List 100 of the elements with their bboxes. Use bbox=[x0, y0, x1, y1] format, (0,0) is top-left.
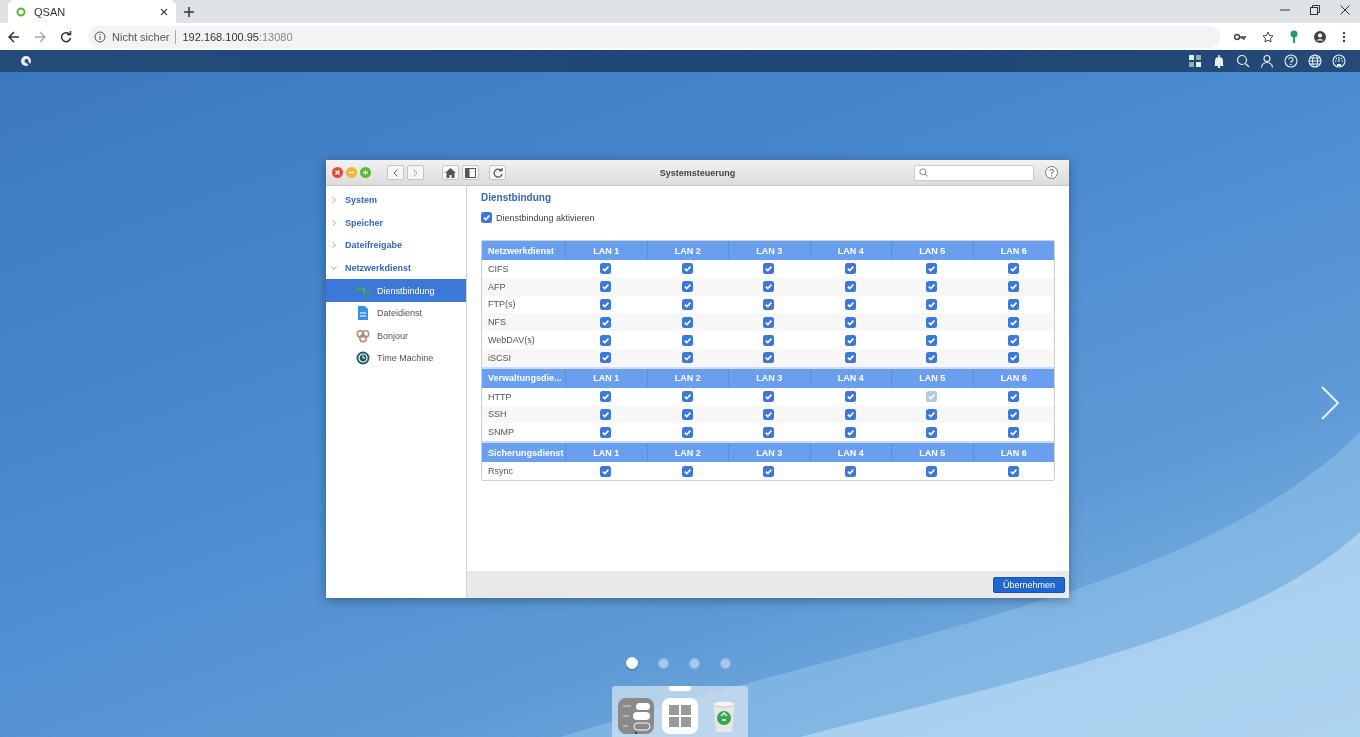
user-icon[interactable] bbox=[1260, 54, 1274, 68]
sidebar-item[interactable]: Speicher bbox=[326, 211, 466, 235]
control-panel-icon[interactable] bbox=[618, 698, 654, 734]
address-bar[interactable]: Nicht sicher 192.168.100.95:13080 bbox=[88, 25, 1220, 48]
checkbox[interactable] bbox=[681, 299, 693, 310]
checkbox[interactable] bbox=[844, 281, 856, 293]
help-icon[interactable] bbox=[1045, 166, 1058, 179]
sidebar-item[interactable]: Netzwerkdienst bbox=[326, 256, 466, 280]
checkbox[interactable] bbox=[681, 263, 693, 275]
checkbox[interactable] bbox=[681, 334, 693, 346]
apps-icon[interactable] bbox=[1188, 54, 1202, 68]
checkbox[interactable] bbox=[926, 465, 938, 477]
checkbox[interactable] bbox=[763, 426, 775, 438]
checkbox[interactable] bbox=[1007, 334, 1019, 346]
checkbox[interactable] bbox=[1007, 408, 1019, 420]
key-icon[interactable] bbox=[1234, 32, 1246, 41]
checkbox[interactable] bbox=[1007, 465, 1019, 477]
checkbox[interactable] bbox=[926, 334, 938, 346]
checkbox[interactable] bbox=[600, 465, 612, 477]
checkbox[interactable] bbox=[1007, 263, 1019, 275]
forward-icon[interactable] bbox=[34, 30, 46, 43]
checkbox[interactable] bbox=[600, 426, 612, 438]
checkbox[interactable] bbox=[600, 263, 612, 275]
search-field[interactable] bbox=[914, 164, 1034, 181]
checkbox[interactable] bbox=[1007, 316, 1019, 328]
apps-grid-icon[interactable] bbox=[662, 698, 698, 734]
checkbox[interactable] bbox=[763, 334, 775, 346]
checkbox[interactable] bbox=[600, 299, 612, 310]
sidebar-item[interactable]: Dienstbindung bbox=[326, 279, 466, 302]
checkbox[interactable] bbox=[844, 391, 856, 403]
sidebar-item[interactable]: Time Machine bbox=[326, 347, 466, 370]
page-dot[interactable] bbox=[658, 657, 669, 669]
bell-icon[interactable] bbox=[1212, 54, 1226, 68]
sidebar-item[interactable]: Dateifreigabe bbox=[326, 234, 466, 257]
checkbox[interactable] bbox=[763, 465, 775, 477]
checkbox[interactable] bbox=[926, 263, 938, 275]
checkbox[interactable] bbox=[681, 316, 693, 328]
checkbox[interactable] bbox=[1007, 426, 1019, 438]
new-tab-icon[interactable] bbox=[184, 6, 194, 17]
star-icon[interactable] bbox=[1262, 30, 1274, 43]
checkbox[interactable] bbox=[681, 281, 693, 293]
checkbox[interactable] bbox=[844, 316, 856, 328]
refresh-button[interactable] bbox=[489, 165, 506, 180]
close-icon[interactable] bbox=[160, 7, 168, 16]
more-icon[interactable] bbox=[1342, 30, 1346, 43]
checkbox[interactable] bbox=[926, 426, 938, 438]
checkbox[interactable] bbox=[600, 316, 612, 328]
account-icon[interactable] bbox=[1314, 30, 1326, 43]
checkbox[interactable] bbox=[926, 299, 938, 310]
checkbox[interactable] bbox=[763, 352, 775, 364]
checkbox[interactable] bbox=[681, 465, 693, 477]
back-icon[interactable] bbox=[8, 30, 20, 43]
checkbox[interactable] bbox=[681, 426, 693, 438]
checkbox[interactable] bbox=[600, 391, 612, 403]
checkbox[interactable] bbox=[926, 408, 938, 420]
checkbox[interactable] bbox=[481, 212, 492, 223]
checkbox[interactable] bbox=[763, 316, 775, 328]
checkbox[interactable] bbox=[844, 465, 856, 477]
sidebar-item[interactable]: System bbox=[326, 189, 466, 212]
checkbox[interactable] bbox=[926, 281, 938, 293]
dock-handle[interactable] bbox=[669, 686, 691, 691]
checkbox[interactable] bbox=[763, 299, 775, 310]
checkbox[interactable] bbox=[600, 334, 612, 346]
checkbox[interactable] bbox=[1007, 299, 1019, 310]
back-button[interactable] bbox=[387, 165, 404, 180]
checkbox[interactable] bbox=[926, 316, 938, 328]
checkbox[interactable] bbox=[1007, 281, 1019, 293]
logo-icon[interactable] bbox=[20, 55, 32, 67]
checkbox[interactable] bbox=[844, 352, 856, 364]
checkbox[interactable] bbox=[844, 263, 856, 275]
reload-icon[interactable] bbox=[60, 30, 72, 43]
checkbox[interactable] bbox=[763, 263, 775, 275]
globe-icon[interactable] bbox=[1308, 54, 1322, 68]
browser-tab[interactable]: QSAN bbox=[8, 0, 176, 23]
checkbox[interactable] bbox=[844, 408, 856, 420]
checkbox[interactable] bbox=[681, 408, 693, 420]
home-button[interactable] bbox=[442, 165, 459, 180]
gauge-icon[interactable] bbox=[1332, 54, 1346, 68]
checkbox[interactable] bbox=[763, 408, 775, 420]
checkbox[interactable] bbox=[763, 281, 775, 293]
checkbox[interactable] bbox=[681, 352, 693, 364]
checkbox[interactable] bbox=[600, 281, 612, 293]
checkbox[interactable] bbox=[600, 408, 612, 420]
page-dot[interactable] bbox=[720, 657, 731, 669]
checkbox[interactable] bbox=[763, 391, 775, 403]
checkbox[interactable] bbox=[844, 299, 856, 310]
page-dot[interactable] bbox=[689, 657, 700, 669]
sidebar-toggle-button[interactable] bbox=[462, 165, 479, 180]
apply-button[interactable]: Übernehmen bbox=[992, 576, 1065, 593]
checkbox[interactable] bbox=[844, 334, 856, 346]
next-page-icon[interactable] bbox=[1320, 386, 1340, 420]
sidebar-item[interactable]: Bonjour bbox=[326, 324, 466, 348]
checkbox[interactable] bbox=[1007, 352, 1019, 364]
checkbox[interactable] bbox=[681, 391, 693, 403]
checkbox[interactable] bbox=[600, 352, 612, 364]
sidebar-item[interactable]: Dateidienst bbox=[326, 301, 466, 325]
checkbox[interactable] bbox=[1007, 391, 1019, 403]
maximize-icon[interactable] bbox=[360, 167, 371, 178]
search-icon[interactable] bbox=[1236, 54, 1250, 68]
checkbox[interactable] bbox=[844, 426, 856, 438]
